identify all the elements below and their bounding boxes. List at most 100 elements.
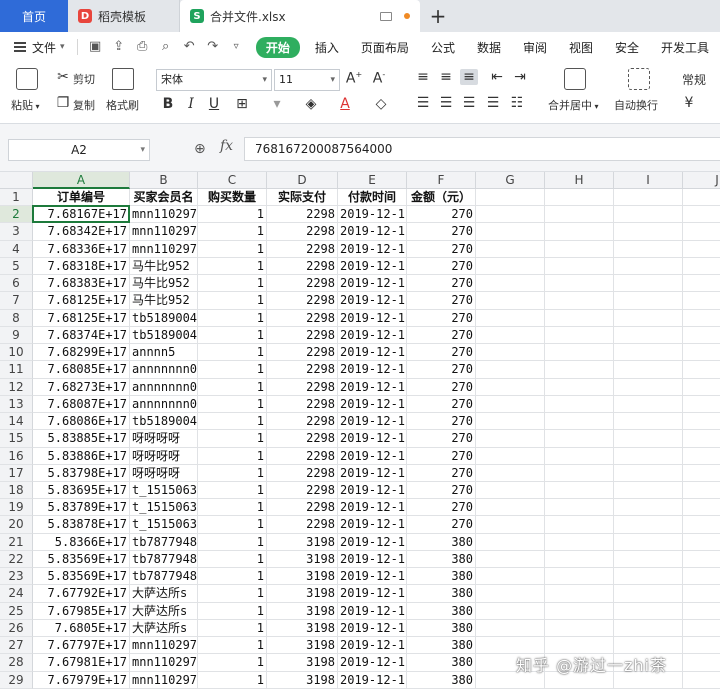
table-cell[interactable]: 270 <box>407 309 476 327</box>
table-cell[interactable]: 380 <box>407 550 476 569</box>
table-cell[interactable]: 270 <box>407 378 476 396</box>
merge-center-button[interactable]: 合并居中 ▾ <box>548 97 599 113</box>
print-icon[interactable]: ⎙ <box>135 40 149 54</box>
table-cell[interactable] <box>614 223 683 241</box>
table-cell[interactable]: 2019-12-1 <box>338 275 407 293</box>
table-cell[interactable] <box>545 361 614 379</box>
column-header-f[interactable]: F <box>407 172 476 189</box>
table-cell[interactable]: 马牛比952 <box>130 257 198 276</box>
paste-button[interactable]: 粘贴 ▾ <box>11 97 40 113</box>
row-header[interactable]: 15 <box>0 430 33 448</box>
table-cell[interactable]: 2019-12-1 <box>338 361 407 379</box>
italic-button[interactable]: I <box>182 96 200 112</box>
table-cell[interactable]: annnnnnn0 <box>130 395 198 414</box>
table-cell[interactable]: 380 <box>407 671 476 689</box>
table-cell[interactable] <box>476 602 545 620</box>
table-cell[interactable]: 3198 <box>267 602 338 620</box>
table-cell[interactable]: 270 <box>407 361 476 379</box>
row-header[interactable]: 17 <box>0 464 33 482</box>
table-cell[interactable]: 1 <box>198 257 267 276</box>
table-cell[interactable]: 2019-12-1 <box>338 240 407 258</box>
table-cell[interactable]: 270 <box>407 395 476 414</box>
row-header[interactable]: 10 <box>0 344 33 362</box>
table-cell[interactable]: 2298 <box>267 464 338 482</box>
table-cell[interactable] <box>476 275 545 293</box>
row-header[interactable]: 8 <box>0 309 33 327</box>
table-cell[interactable]: 呀呀呀呀 <box>130 464 198 482</box>
monitor-icon[interactable] <box>380 11 392 21</box>
column-header-g[interactable]: G <box>476 172 545 189</box>
table-cell[interactable]: 2019-12-1 <box>338 378 407 396</box>
menu-developer[interactable]: 开发工具 <box>650 39 720 56</box>
align-middle-icon[interactable]: ≡ <box>437 69 455 85</box>
table-cell[interactable]: 270 <box>407 344 476 362</box>
tab-template[interactable]: D 稻壳模板 <box>68 0 180 32</box>
fx-icon[interactable]: fx <box>220 138 233 154</box>
table-cell[interactable]: 270 <box>407 206 476 224</box>
table-cell[interactable]: 1 <box>198 464 267 482</box>
table-cell[interactable]: mnn110297 <box>130 671 198 689</box>
table-cell[interactable] <box>545 292 614 310</box>
number-format-select[interactable]: 常规 <box>682 71 706 88</box>
decrease-font-icon[interactable]: A- <box>370 70 388 87</box>
table-cell[interactable]: 270 <box>407 482 476 500</box>
table-cell[interactable]: 马牛比952 <box>130 292 198 310</box>
table-cell[interactable] <box>683 568 720 586</box>
table-cell[interactable] <box>545 464 614 482</box>
table-cell[interactable] <box>545 413 614 431</box>
table-cell[interactable]: 270 <box>407 413 476 431</box>
table-cell[interactable]: 2019-12-1 <box>338 344 407 362</box>
table-cell[interactable]: 380 <box>407 654 476 672</box>
row-header[interactable]: 11 <box>0 361 33 379</box>
column-header-a[interactable]: A <box>33 172 130 189</box>
table-cell[interactable]: mnn110297 <box>130 637 198 655</box>
table-cell[interactable] <box>683 637 720 655</box>
table-cell[interactable]: 7.68125E+17 <box>33 309 130 327</box>
row-header[interactable]: 2 <box>0 206 33 224</box>
table-cell[interactable]: 1 <box>198 654 267 672</box>
table-cell[interactable]: 7.68125E+17 <box>33 292 130 310</box>
column-header-b[interactable]: B <box>130 172 198 189</box>
table-cell[interactable]: 3198 <box>267 550 338 569</box>
table-cell[interactable] <box>545 430 614 448</box>
table-cell[interactable]: 7.67979E+17 <box>33 671 130 689</box>
table-cell[interactable] <box>476 585 545 603</box>
table-cell[interactable]: 3198 <box>267 533 338 551</box>
table-cell[interactable] <box>545 447 614 465</box>
table-cell[interactable]: 2019-12-1 <box>338 206 407 224</box>
table-cell[interactable] <box>476 568 545 586</box>
table-cell[interactable]: 3198 <box>267 637 338 655</box>
table-cell[interactable]: 5.83569E+17 <box>33 550 130 569</box>
table-cell[interactable]: 1 <box>198 361 267 379</box>
table-cell[interactable]: 270 <box>407 275 476 293</box>
table-cell[interactable]: 380 <box>407 619 476 638</box>
table-cell[interactable] <box>545 585 614 603</box>
table-cell[interactable]: 1 <box>198 637 267 655</box>
table-cell[interactable]: 1 <box>198 602 267 620</box>
table-cell[interactable] <box>614 602 683 620</box>
menu-view[interactable]: 视图 <box>558 39 604 56</box>
table-cell[interactable]: mnn110297 <box>130 240 198 258</box>
header-cell[interactable] <box>614 189 683 207</box>
table-cell[interactable]: 呀呀呀呀 <box>130 447 198 465</box>
table-cell[interactable] <box>614 533 683 551</box>
table-cell[interactable]: 1 <box>198 516 267 534</box>
new-tab-button[interactable]: + <box>420 0 456 32</box>
table-cell[interactable]: 2019-12-1 <box>338 464 407 482</box>
table-cell[interactable] <box>683 413 720 431</box>
table-cell[interactable] <box>683 516 720 534</box>
table-cell[interactable] <box>614 447 683 465</box>
table-cell[interactable]: tb5189004 <box>130 309 198 327</box>
table-cell[interactable]: 2019-12-1 <box>338 257 407 276</box>
row-header[interactable]: 25 <box>0 602 33 620</box>
table-cell[interactable]: 7.68383E+17 <box>33 275 130 293</box>
table-cell[interactable]: 2019-12-1 <box>338 516 407 534</box>
table-cell[interactable]: 7.68086E+17 <box>33 413 130 431</box>
row-header[interactable]: 3 <box>0 223 33 241</box>
row-header[interactable]: 12 <box>0 378 33 396</box>
paste-icon[interactable] <box>16 68 38 90</box>
table-cell[interactable]: tb5189004 <box>130 413 198 431</box>
row-header[interactable]: 24 <box>0 585 33 603</box>
table-cell[interactable] <box>683 361 720 379</box>
table-cell[interactable]: 2019-12-1 <box>338 671 407 689</box>
